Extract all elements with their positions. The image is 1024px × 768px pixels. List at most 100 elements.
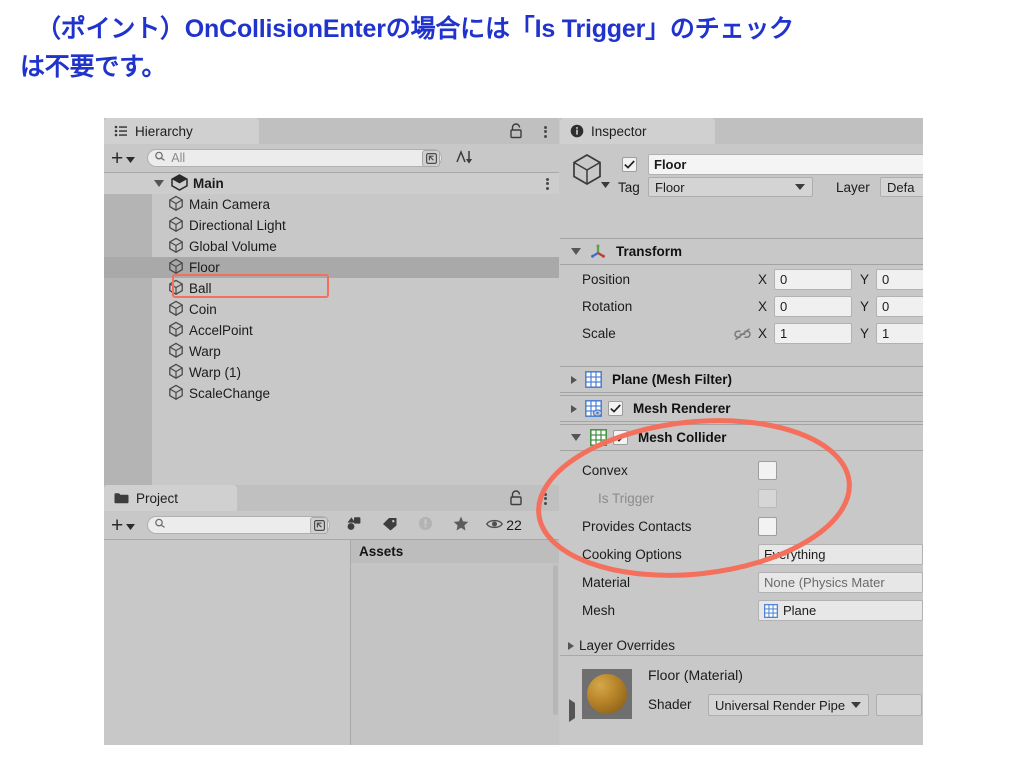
hierarchy-item-warp[interactable]: Warp [168,341,221,362]
transform-scale-x-field[interactable]: 1 [774,323,852,344]
inspector-object-enabled-checkbox[interactable] [622,157,637,172]
chevron-down-icon[interactable] [571,248,581,255]
inspector-transform-title: Transform [616,244,683,259]
material-swatch [582,669,632,719]
hierarchy-item-label: Warp (1) [189,365,242,380]
transform-position-y-field[interactable]: 0 [876,269,923,290]
gameobject-cube-icon [168,195,184,214]
search-icon [154,151,166,166]
value: Plane [783,603,817,618]
inspector-object-name-field[interactable]: Floor [648,154,923,175]
project-add-button[interactable]: + [111,515,136,536]
transform-scale-label: Scale [582,326,616,341]
hierarchy-item-label: AccelPoint [189,323,253,338]
collider-cooking-options-dropdown[interactable]: Everything [758,544,923,565]
collider-provides-contacts-checkbox[interactable] [758,517,777,536]
inspector-mesh-renderer-enabled-checkbox[interactable] [608,401,623,416]
value: 1 [882,326,890,341]
project-contents-header: Assets [351,540,559,563]
tab-inspector[interactable]: Inspector [560,118,715,144]
chevron-right-icon[interactable] [568,641,574,650]
transform-rotation-label: Rotation [582,299,633,314]
hierarchy-panel: Hierarchy + All Main Main Camera Directi… [104,118,559,485]
chevron-down-icon[interactable] [154,180,164,187]
unity-prefab-icon [171,173,188,194]
inspector-shader-extra-button[interactable] [876,694,922,716]
inspector-shader-dropdown[interactable]: Universal Render Pipe [708,694,869,716]
collider-is-trigger-checkbox[interactable] [758,489,777,508]
caption-line-1: （ポイント）OnCollisionEnterの場合には「Is Trigger」の… [36,15,794,43]
project-search-input[interactable] [147,516,331,534]
gameobject-cube-icon [168,237,184,256]
chevron-down-icon[interactable] [571,434,581,441]
inspector-layer-value: Defa [887,179,915,195]
hierarchy-item-coin[interactable]: Coin [168,299,217,320]
hierarchy-item-accelpoint[interactable]: AccelPoint [168,320,253,341]
inspector-mesh-collider-enabled-checkbox[interactable] [613,430,628,445]
hierarchy-search-expand-icon[interactable] [422,150,441,167]
hierarchy-sort-icon[interactable] [455,149,473,168]
project-lock-icon[interactable] [509,490,523,509]
transform-position-x-field[interactable]: 0 [774,269,852,290]
project-visibility-eye-icon[interactable] [486,518,504,533]
hierarchy-item-warp-1[interactable]: Warp (1) [168,362,241,383]
transform-scale-x-label: X [758,326,768,341]
hierarchy-root-kebab-icon[interactable] [546,176,549,191]
hierarchy-item-ball[interactable]: Ball [168,278,212,299]
tab-project[interactable]: Project [104,485,237,511]
project-contents-scrollbar[interactable] [553,565,558,715]
hierarchy-item-floor[interactable]: Floor [168,257,220,278]
collider-material-object-field[interactable]: None (Physics Mater [758,572,923,593]
mesh-filter-grid-icon [764,603,778,618]
project-search-expand-icon[interactable] [310,517,329,534]
hierarchy-icon [114,125,128,137]
transform-scale-y-label: Y [860,326,870,341]
transform-rotation-x-field[interactable]: 0 [774,296,852,317]
tab-project-label: Project [136,490,179,506]
hierarchy-add-button[interactable]: + [111,148,136,169]
hierarchy-root-label: Main [193,176,224,191]
project-star-icon[interactable] [453,516,469,534]
chevron-right-icon[interactable] [571,375,577,384]
hierarchy-item-directional-light[interactable]: Directional Light [168,215,286,236]
gameobject-cube-icon [168,279,184,298]
inspector-material-expand-arrow[interactable] [569,699,575,722]
hierarchy-item-global-volume[interactable]: Global Volume [168,236,277,257]
collider-convex-checkbox[interactable] [758,461,777,480]
transform-scale-y-field[interactable]: 1 [876,323,923,344]
transform-rotation-y-field[interactable]: 0 [876,296,923,317]
inspector-transform-header[interactable]: Transform [560,238,923,265]
gameobject-cube-icon [168,321,184,340]
hierarchy-root-item[interactable]: Main [152,173,559,194]
project-warning-icon[interactable] [418,516,433,534]
inspector-object-icon-caret[interactable] [601,176,610,191]
collider-mesh-object-field[interactable]: Plane [758,600,923,621]
project-contents-pane [351,540,559,745]
hierarchy-lock-icon[interactable] [509,123,523,142]
chevron-down-icon [126,518,136,533]
project-toolbar: + 22 [104,511,559,563]
hierarchy-kebab-menu-icon[interactable] [544,124,547,139]
inspector-mesh-renderer-header[interactable]: Mesh Renderer [560,395,923,422]
broken-link-icon[interactable] [734,328,751,344]
chevron-right-icon[interactable] [571,404,577,413]
hierarchy-item-main-camera[interactable]: Main Camera [168,194,270,215]
project-kebab-menu-icon[interactable] [544,491,547,506]
collider-convex-label: Convex [582,463,628,478]
hierarchy-search-value: All [171,151,186,165]
gameobject-cube-icon [168,363,184,382]
transform-position-x-label: X [758,272,768,287]
project-save-filter-icon[interactable] [346,516,362,534]
inspector-mesh-filter-title: Plane (Mesh Filter) [612,372,733,387]
inspector-mesh-collider-header[interactable]: Mesh Collider [560,424,923,451]
inspector-layer-dropdown[interactable]: Defa [880,177,923,197]
inspector-layer-overrides-row[interactable]: Layer Overrides [568,635,675,656]
hierarchy-item-scalechange[interactable]: ScaleChange [168,383,270,404]
transform-position-y-label: Y [860,272,870,287]
inspector-mesh-filter-header[interactable]: Plane (Mesh Filter) [560,366,923,393]
tab-hierarchy[interactable]: Hierarchy [104,118,259,144]
inspector-tag-dropdown[interactable]: Floor [648,177,813,197]
project-label-tag-icon[interactable] [382,517,398,534]
hierarchy-gutter [104,194,152,485]
hierarchy-search-input[interactable]: All [147,149,443,167]
